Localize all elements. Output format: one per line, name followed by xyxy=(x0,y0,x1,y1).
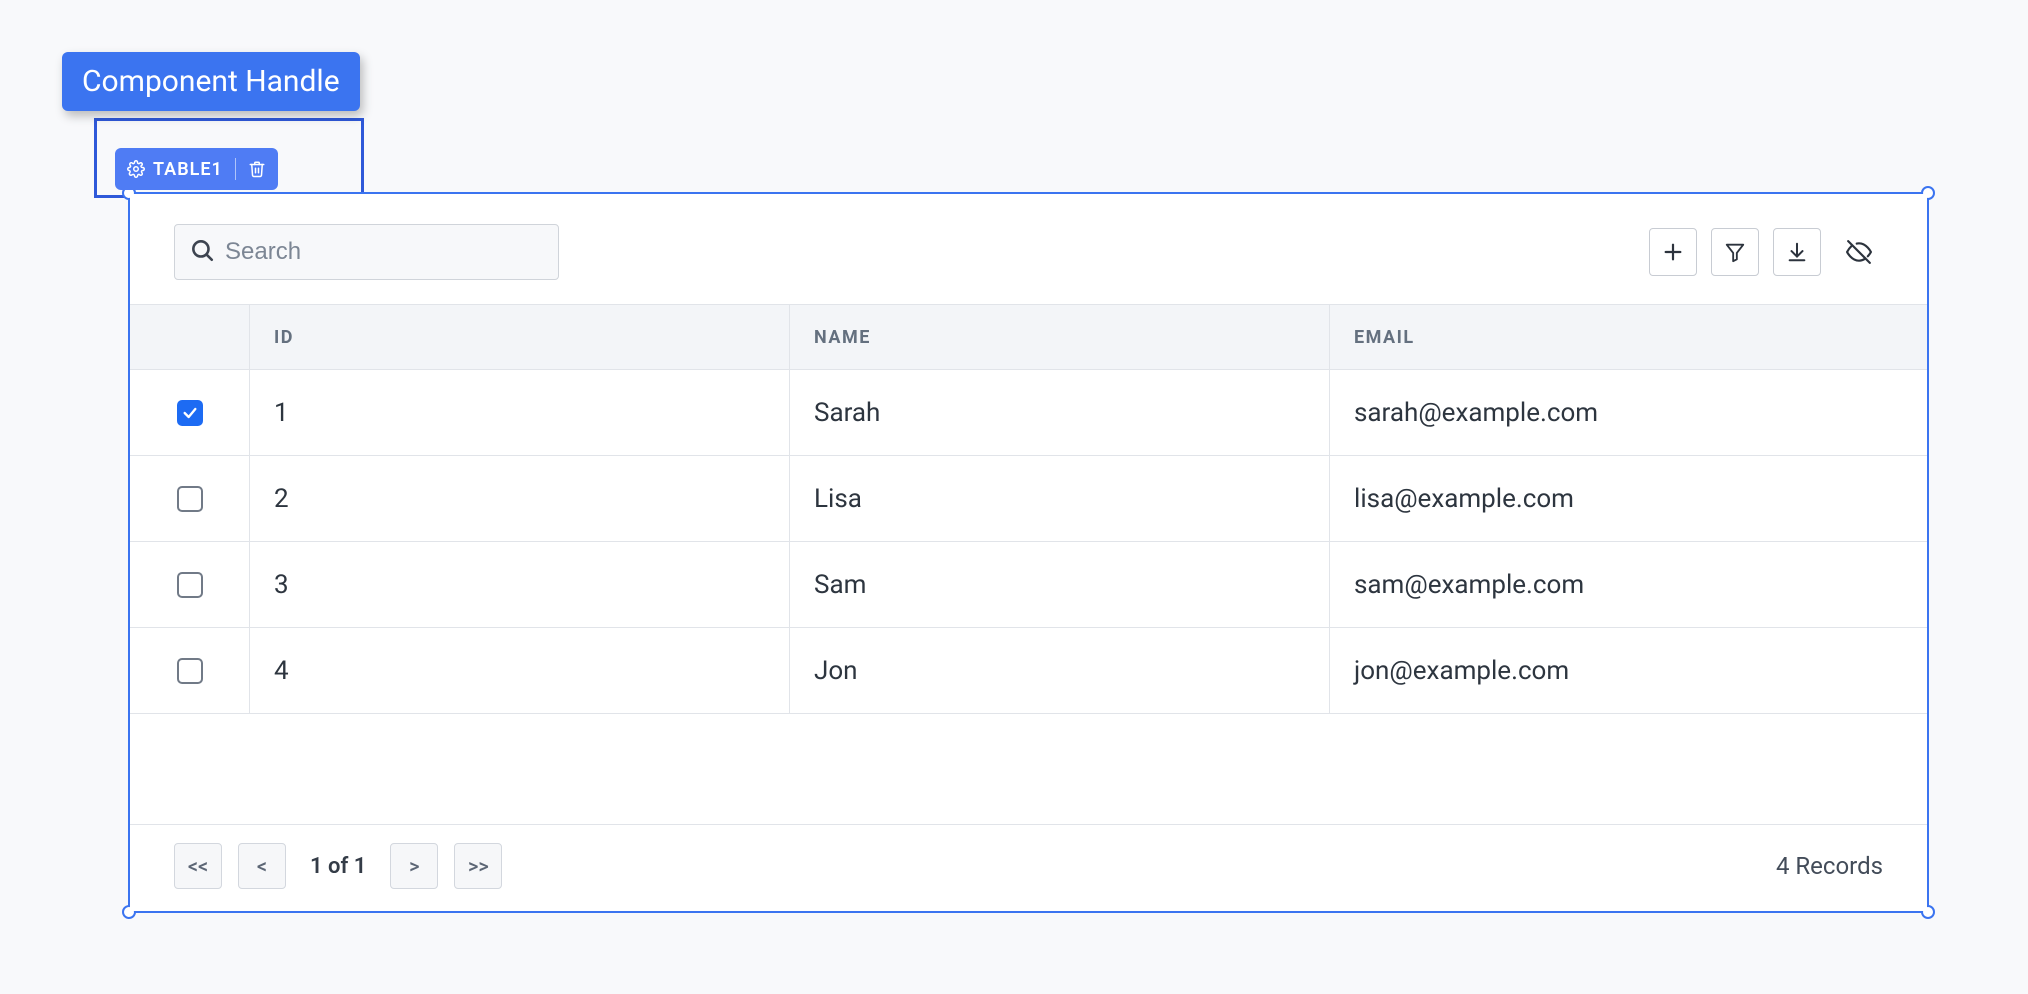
table-row[interactable]: 1Sarahsarah@example.com xyxy=(130,370,1927,456)
column-header-id[interactable]: ID xyxy=(274,327,294,348)
table-footer: << < 1 of 1 > >> 4 Records xyxy=(130,824,1927,911)
download-button[interactable] xyxy=(1773,228,1821,276)
cell-name: Sam xyxy=(790,542,1330,627)
search-box[interactable] xyxy=(174,224,559,280)
table-header: ID NAME EMAIL xyxy=(130,304,1927,370)
table-row[interactable]: 3Samsam@example.com xyxy=(130,542,1927,628)
pagination: << < 1 of 1 > >> xyxy=(174,843,502,889)
handle-divider xyxy=(235,158,236,180)
toolbar-actions xyxy=(1649,228,1883,276)
toggle-visibility-button[interactable] xyxy=(1835,228,1883,276)
cell-email: lisa@example.com xyxy=(1330,456,1927,541)
page-next-button[interactable]: > xyxy=(390,843,438,889)
cell-id: 1 xyxy=(250,370,790,455)
row-checkbox-cell xyxy=(130,628,250,713)
row-checkbox[interactable] xyxy=(177,658,203,684)
row-checkbox[interactable] xyxy=(177,486,203,512)
row-checkbox-cell xyxy=(130,542,250,627)
row-checkbox[interactable] xyxy=(177,572,203,598)
table-toolbar xyxy=(130,194,1927,304)
cell-id: 3 xyxy=(250,542,790,627)
cell-name: Sarah xyxy=(790,370,1330,455)
table-body: 1Sarahsarah@example.com2Lisalisa@example… xyxy=(130,370,1927,714)
column-header-name[interactable]: NAME xyxy=(814,327,871,348)
row-checkbox-cell xyxy=(130,370,250,455)
header-checkbox-col xyxy=(130,305,250,369)
cell-email: sam@example.com xyxy=(1330,542,1927,627)
add-row-button[interactable] xyxy=(1649,228,1697,276)
row-checkbox-cell xyxy=(130,456,250,541)
cell-email: sarah@example.com xyxy=(1330,370,1927,455)
page-prev-button[interactable]: < xyxy=(238,843,286,889)
page-status: 1 of 1 xyxy=(310,854,366,879)
trash-icon[interactable] xyxy=(248,160,266,178)
table-row[interactable]: 4Jonjon@example.com xyxy=(130,628,1927,714)
component-handle-label: TABLE1 xyxy=(153,159,223,180)
cell-name: Lisa xyxy=(790,456,1330,541)
component-handle[interactable]: TABLE1 xyxy=(115,148,278,190)
gear-icon[interactable] xyxy=(127,160,145,178)
page-last-button[interactable]: >> xyxy=(454,843,502,889)
cell-id: 2 xyxy=(250,456,790,541)
filter-button[interactable] xyxy=(1711,228,1759,276)
row-checkbox[interactable] xyxy=(177,400,203,426)
table-widget: ID NAME EMAIL 1Sarahsarah@example.com2Li… xyxy=(130,194,1927,911)
column-header-email[interactable]: EMAIL xyxy=(1354,327,1415,348)
cell-id: 4 xyxy=(250,628,790,713)
page-first-button[interactable]: << xyxy=(174,843,222,889)
cell-name: Jon xyxy=(790,628,1330,713)
table-row[interactable]: 2Lisalisa@example.com xyxy=(130,456,1927,542)
callout-label: Component Handle xyxy=(62,52,360,111)
record-count: 4 Records xyxy=(1776,852,1883,880)
cell-email: jon@example.com xyxy=(1330,628,1927,713)
search-input[interactable] xyxy=(225,238,544,266)
search-icon xyxy=(189,237,215,267)
